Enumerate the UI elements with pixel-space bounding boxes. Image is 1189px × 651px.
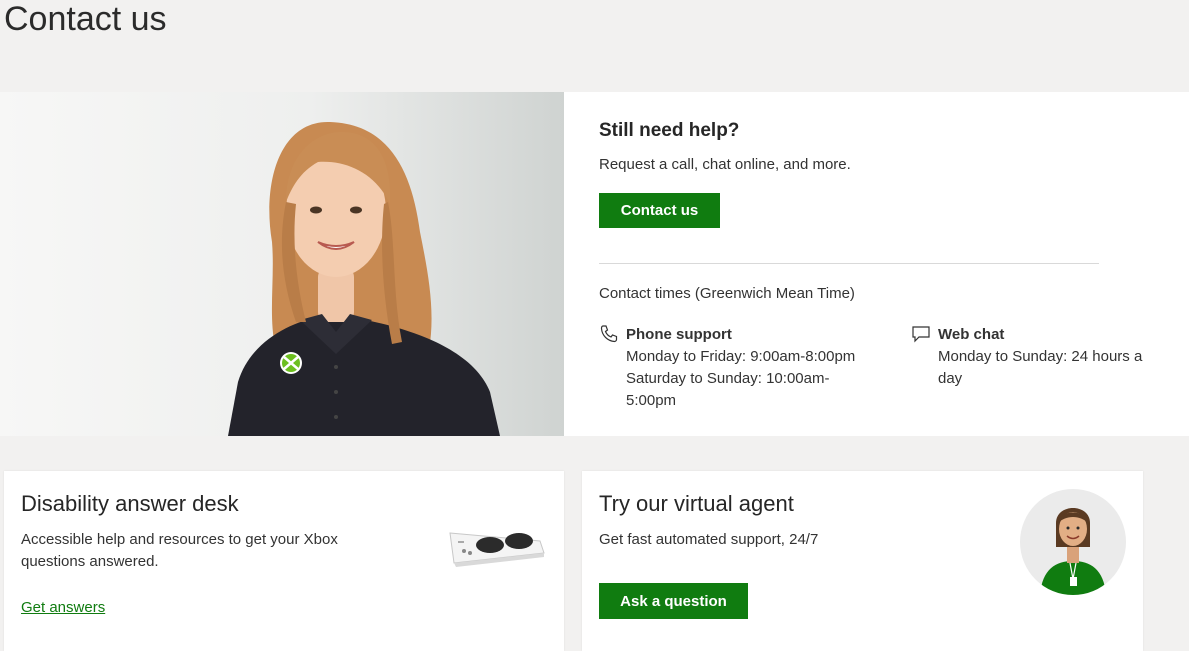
- disability-answer-desk-card: Disability answer desk Accessible help a…: [4, 471, 564, 651]
- support-agent-photo: [0, 92, 564, 436]
- contact-times-heading: Contact times (Greenwich Mean Time): [599, 285, 855, 302]
- web-chat-hours-cont: day: [938, 370, 963, 387]
- virtual-agent-title: Try our virtual agent: [599, 491, 794, 516]
- web-chat-hours: Monday to Sunday: 24 hours a: [938, 348, 1143, 365]
- page-title: Contact us: [4, 0, 167, 38]
- virtual-agent-description: Get fast automated support, 24/7: [599, 531, 819, 548]
- virtual-agent-avatar: [1020, 489, 1126, 595]
- phone-hours-weekday: Monday to Friday: 9:00am-8:00pm: [626, 348, 856, 365]
- help-description: Request a call, chat online, and more.: [599, 156, 851, 173]
- disability-card-title: Disability answer desk: [21, 491, 239, 516]
- help-panel: Still need help? Request a call, chat on…: [599, 92, 1159, 436]
- adaptive-controller-image: [444, 521, 548, 576]
- virtual-agent-card: Try our virtual agent Get fast automated…: [582, 471, 1143, 651]
- phone-hours-weekend: Saturday to Sunday: 10:00am-: [626, 370, 830, 387]
- ask-a-question-button[interactable]: Ask a question: [599, 583, 748, 619]
- phone-support-title: Phone support: [626, 326, 732, 343]
- contact-us-button[interactable]: Contact us: [599, 193, 720, 228]
- get-answers-link[interactable]: Get answers: [21, 599, 105, 616]
- help-hero: Still need help? Request a call, chat on…: [0, 92, 1189, 436]
- divider: [599, 263, 1099, 264]
- phone-hours-weekend-end: 5:00pm: [626, 392, 677, 409]
- web-chat-title: Web chat: [938, 326, 1005, 343]
- chat-icon: [911, 324, 931, 344]
- phone-icon: [599, 324, 619, 344]
- help-heading: Still need help?: [599, 120, 740, 141]
- disability-card-description: Accessible help and resources to get you…: [21, 531, 338, 570]
